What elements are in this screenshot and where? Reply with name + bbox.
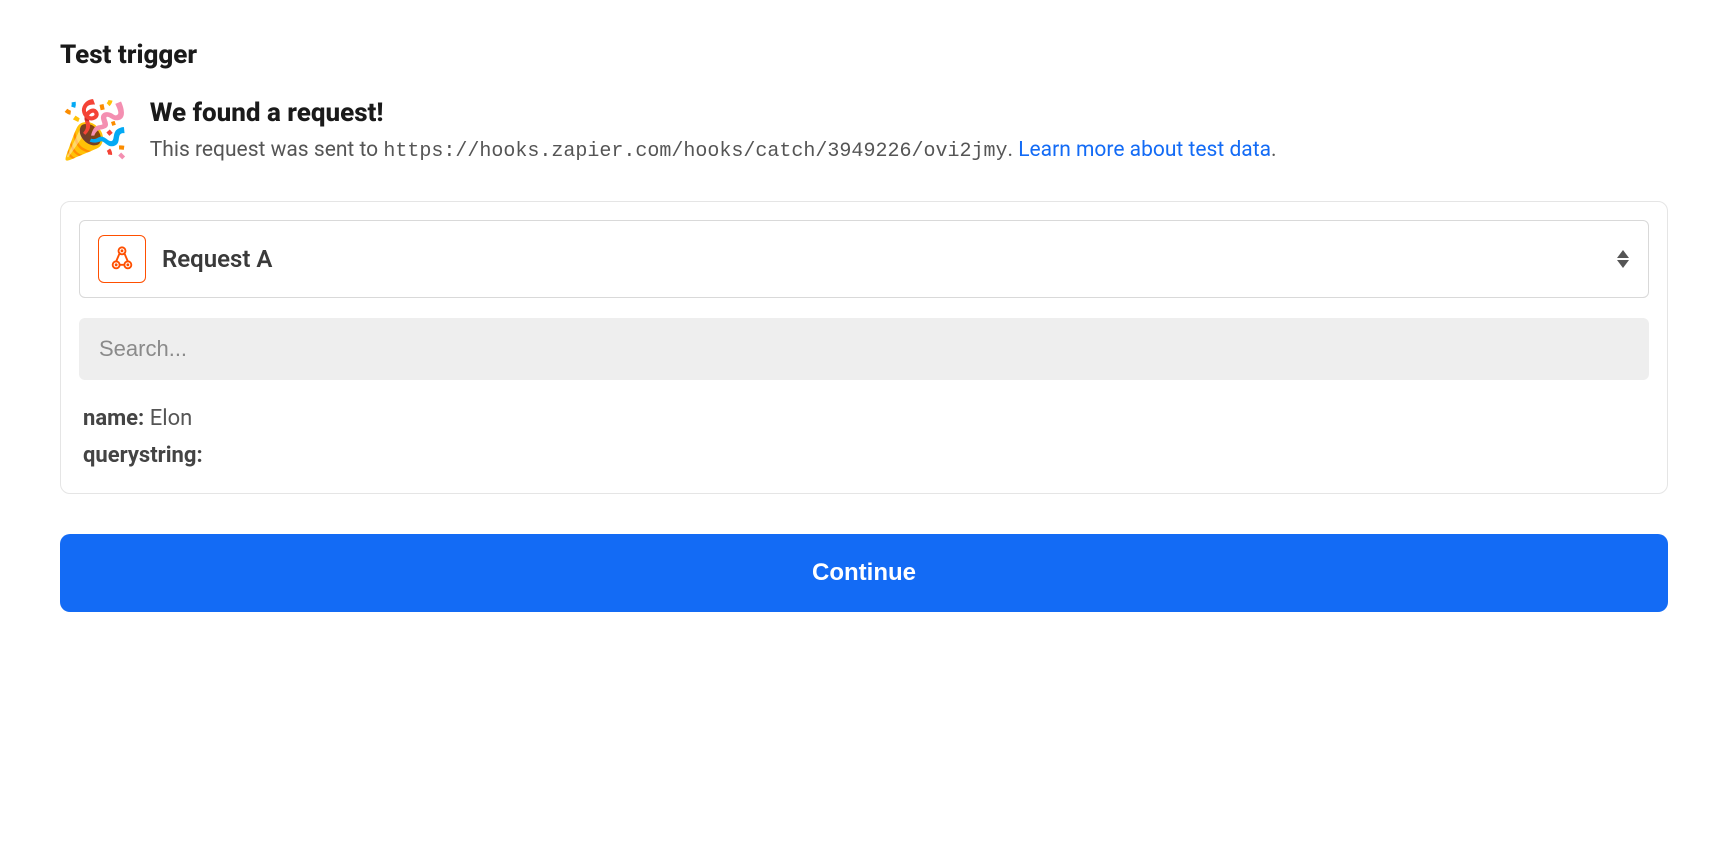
found-text-block: We found a request! This request was sen… (150, 98, 1668, 167)
party-popper-icon: 🎉 (60, 102, 130, 158)
search-input[interactable] (79, 318, 1649, 380)
found-heading: We found a request! (150, 98, 1668, 128)
data-row: querystring: (79, 437, 1649, 474)
found-request-banner: 🎉 We found a request! This request was s… (60, 98, 1668, 167)
data-value: Elon (150, 406, 193, 431)
data-row: name: Elon (79, 400, 1649, 437)
found-description: This request was sent to https://hooks.z… (150, 134, 1668, 167)
data-key: querystring: (83, 443, 203, 468)
data-key: name: (83, 406, 144, 431)
found-trailing-period: . (1271, 138, 1277, 162)
webhook-icon (98, 235, 146, 283)
page-title: Test trigger (60, 40, 1668, 70)
found-desc-prefix: This request was sent to (150, 138, 384, 162)
request-selector-label: Request A (162, 245, 1600, 273)
found-desc-period: . (1007, 138, 1018, 162)
continue-button[interactable]: Continue (60, 534, 1668, 612)
request-panel: Request A name: Elon querystring: (60, 201, 1668, 494)
webhook-url: https://hooks.zapier.com/hooks/catch/394… (383, 140, 1007, 163)
learn-more-link[interactable]: Learn more about test data (1018, 138, 1271, 162)
sort-chevron-icon (1616, 250, 1630, 268)
request-selector[interactable]: Request A (79, 220, 1649, 298)
